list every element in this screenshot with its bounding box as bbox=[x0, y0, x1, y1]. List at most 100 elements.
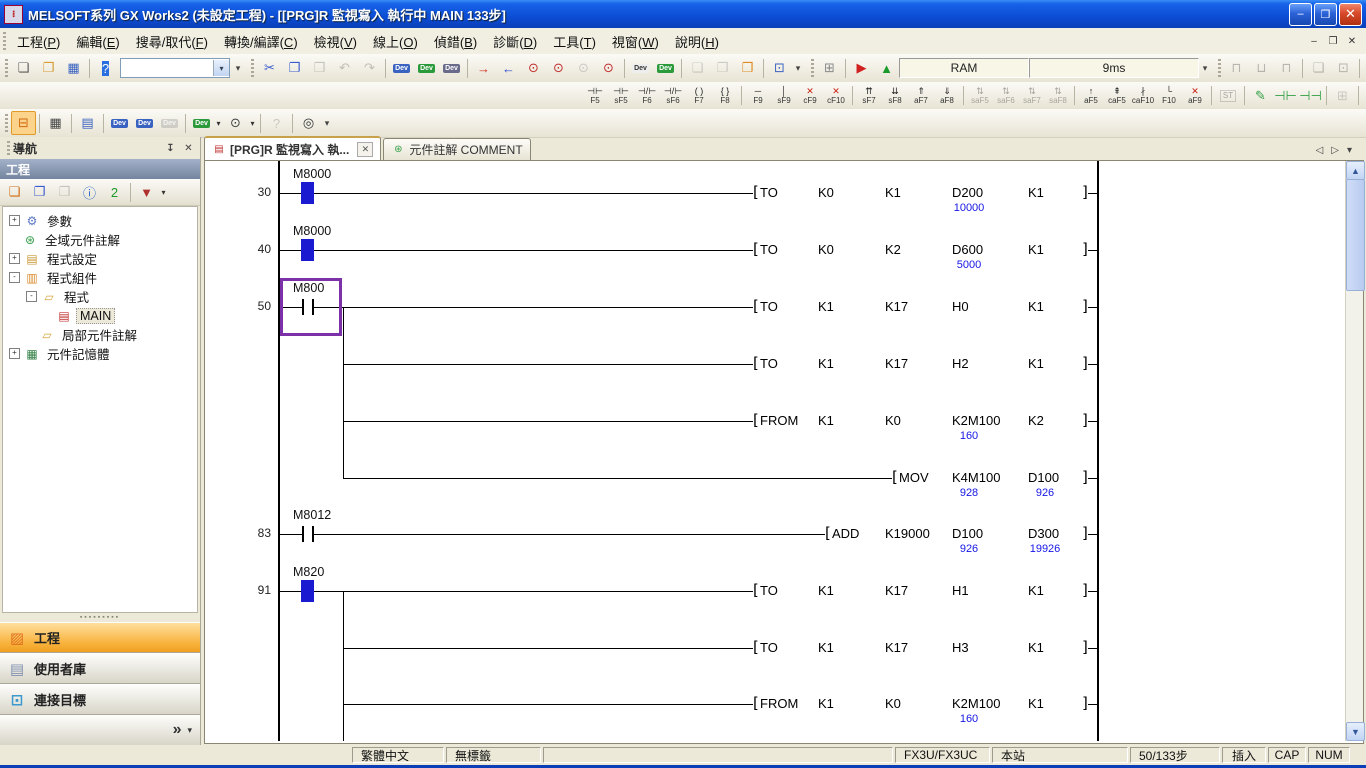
vertical-scrollbar[interactable]: ▲ ▼ bbox=[1345, 161, 1363, 741]
tab-close-icon[interactable]: ✕ bbox=[357, 142, 373, 157]
step-in-icon[interactable]: ⊔ bbox=[1249, 56, 1274, 80]
connection-destination-button[interactable]: ⊡連接目標 bbox=[0, 684, 200, 715]
cut-icon[interactable]: ✂ bbox=[257, 56, 282, 80]
toolbar-overflow-icon[interactable]: ▾ bbox=[792, 58, 804, 78]
menu-d[interactable]: 診斷(D) bbox=[485, 28, 545, 55]
expand-icon[interactable]: + bbox=[9, 348, 20, 359]
instruction-mnemonic[interactable]: TO bbox=[760, 185, 778, 200]
ladder-symbol-cf10-icon[interactable]: ✕cF10 bbox=[823, 84, 849, 108]
copy-icon[interactable]: ❐ bbox=[282, 56, 307, 80]
transfer-setup-icon[interactable]: ⊞ bbox=[817, 56, 842, 80]
ladder-symbol-cf9-icon[interactable]: ✕cF9 bbox=[797, 84, 823, 108]
instruction-mnemonic[interactable]: MOV bbox=[899, 470, 929, 485]
instruction-operand[interactable]: H3 bbox=[952, 640, 969, 655]
read-from-plc-icon[interactable]: ← bbox=[496, 56, 521, 80]
tree-item-局部元件註解[interactable]: ▱局部元件註解 bbox=[3, 325, 197, 344]
find-binoculars-icon[interactable]: ◎ bbox=[296, 111, 321, 135]
data-property-icon[interactable]: ⓘ bbox=[77, 180, 102, 204]
nav-close-icon[interactable]: ✕ bbox=[181, 141, 196, 155]
new-project-icon[interactable]: ❏ bbox=[11, 56, 36, 80]
toolbar-overflow-icon[interactable]: ▾ bbox=[232, 58, 244, 78]
instruction-mnemonic[interactable]: TO bbox=[760, 583, 778, 598]
instruction-operand[interactable]: K2 bbox=[1028, 413, 1044, 428]
monitor-start2-icon[interactable]: ⊙ bbox=[596, 56, 621, 80]
instruction-mnemonic[interactable]: TO bbox=[760, 356, 778, 371]
device-find-icon[interactable]: Dev bbox=[389, 56, 414, 80]
display-filter-icon[interactable]: ▼ bbox=[134, 180, 159, 204]
device-display-menu-icon[interactable]: Dev bbox=[189, 111, 214, 135]
dropdown-arrow-icon[interactable]: ▾ bbox=[214, 119, 223, 128]
instruction-operand[interactable]: K0 bbox=[818, 185, 834, 200]
device-ccl-icon[interactable]: Dev bbox=[157, 111, 182, 135]
scroll-up-icon[interactable]: ▲ bbox=[1346, 161, 1365, 180]
monitor-write-icon[interactable]: ⊙ bbox=[546, 56, 571, 80]
step-run-icon[interactable]: ⊓ bbox=[1224, 56, 1249, 80]
ladder-symbol-sf9-icon[interactable]: │sF9 bbox=[771, 84, 797, 108]
comment-dim-icon[interactable]: ❏ bbox=[685, 56, 710, 80]
instruction-mnemonic[interactable]: TO bbox=[760, 242, 778, 257]
nav-grip[interactable] bbox=[7, 141, 10, 155]
write-to-plc-icon[interactable]: → bbox=[471, 56, 496, 80]
instruction-operand[interactable]: K1 bbox=[818, 583, 834, 598]
instruction-mnemonic[interactable]: ADD bbox=[832, 526, 859, 541]
instruction-operand[interactable]: K1 bbox=[818, 299, 834, 314]
toolbar-grip[interactable] bbox=[811, 59, 814, 77]
ladder-symbol-saf7-icon[interactable]: ⇅saF7 bbox=[1019, 84, 1045, 108]
scroll-down-icon[interactable]: ▼ bbox=[1346, 722, 1365, 741]
instruction-operand[interactable]: K1 bbox=[1028, 696, 1044, 711]
minimize-button[interactable]: – bbox=[1289, 3, 1312, 26]
toolbar-grip[interactable] bbox=[5, 59, 8, 77]
instruction-operand[interactable]: K17 bbox=[885, 299, 908, 314]
user-library-button[interactable]: ▤使用者庫 bbox=[0, 653, 200, 684]
menu-b[interactable]: 偵錯(B) bbox=[426, 28, 485, 55]
save-project-icon[interactable]: ▦ bbox=[61, 56, 86, 80]
instruction-operand[interactable]: D300 bbox=[1028, 526, 1059, 541]
ladder-symbol-f10-icon[interactable]: └F10 bbox=[1156, 84, 1182, 108]
tab-ladder-program[interactable]: ▤[PRG]R 監視寫入 執...✕ bbox=[204, 136, 381, 160]
instruction-mnemonic[interactable]: FROM bbox=[760, 696, 798, 711]
skip-icon[interactable]: ❏ bbox=[1306, 56, 1331, 80]
copy-data-icon[interactable]: ❐ bbox=[27, 180, 52, 204]
ladder-symbol-f6-icon[interactable]: ⊣/⊢F6 bbox=[634, 84, 660, 108]
menu-h[interactable]: 說明(H) bbox=[667, 28, 727, 55]
tree-item-MAIN[interactable]: ▤MAIN bbox=[3, 306, 197, 325]
ladder-symbol-st-icon[interactable]: ST bbox=[1215, 84, 1241, 108]
device-white-icon[interactable]: Dev bbox=[628, 56, 653, 80]
instruction-operand[interactable]: K0 bbox=[885, 696, 901, 711]
pc-monitor-icon[interactable]: ⊡ bbox=[767, 56, 792, 80]
instruction-operand[interactable]: K1 bbox=[818, 356, 834, 371]
instruction-operand[interactable]: K1 bbox=[818, 696, 834, 711]
menu-grip[interactable] bbox=[3, 32, 6, 50]
pin-icon[interactable]: ↧ bbox=[163, 141, 178, 155]
instruction-operand[interactable]: K2M100 bbox=[952, 413, 1000, 428]
device-search-icon[interactable]: ⊙ bbox=[223, 111, 248, 135]
device-batch-icon[interactable]: Dev bbox=[439, 56, 464, 80]
chevron-more-icon[interactable]: » bbox=[173, 721, 182, 739]
paste-icon[interactable]: ❒ bbox=[307, 56, 332, 80]
combo-dropdown-icon[interactable]: ▾ bbox=[213, 60, 229, 76]
tab-device-comment[interactable]: ⊛元件註解 COMMENT bbox=[383, 138, 530, 160]
contact-bar[interactable] bbox=[312, 526, 314, 542]
help-icon[interactable]: ? bbox=[93, 56, 118, 80]
toolbar-grip[interactable] bbox=[251, 59, 254, 77]
contact-energized[interactable] bbox=[301, 182, 314, 204]
instruction-operand[interactable]: K1 bbox=[1028, 299, 1044, 314]
menu-c[interactable]: 轉換/編譯(C) bbox=[216, 28, 306, 55]
tree-item-程式[interactable]: -▱程式 bbox=[3, 287, 197, 306]
instruction-operand[interactable]: K17 bbox=[885, 583, 908, 598]
instruction-operand[interactable]: K2 bbox=[885, 242, 901, 257]
instruction-operand[interactable]: K0 bbox=[818, 242, 834, 257]
tree-item-程式設定[interactable]: +▤程式設定 bbox=[3, 249, 197, 268]
contact-bar[interactable] bbox=[302, 526, 304, 542]
ladder-symbol-f5-icon[interactable]: ⊣⊢F5 bbox=[582, 84, 608, 108]
toolbar-grip[interactable] bbox=[1218, 59, 1221, 77]
tree-item-元件記憶體[interactable]: +▦元件記憶體 bbox=[3, 344, 197, 363]
ladder-symbol-f9-icon[interactable]: ─F9 bbox=[745, 84, 771, 108]
contact-energized[interactable] bbox=[301, 580, 314, 602]
device-test-on-icon[interactable]: ⊣⊢ bbox=[1273, 84, 1298, 108]
instruction-operand[interactable]: K2M100 bbox=[952, 696, 1000, 711]
ladder-symbol-f7-icon[interactable]: ( )F7 bbox=[686, 84, 712, 108]
expand-icon[interactable]: + bbox=[9, 215, 20, 226]
ladder-symbol-caf10-icon[interactable]: ∤caF10 bbox=[1130, 84, 1156, 108]
comment-dim2-icon[interactable]: ❐ bbox=[710, 56, 735, 80]
